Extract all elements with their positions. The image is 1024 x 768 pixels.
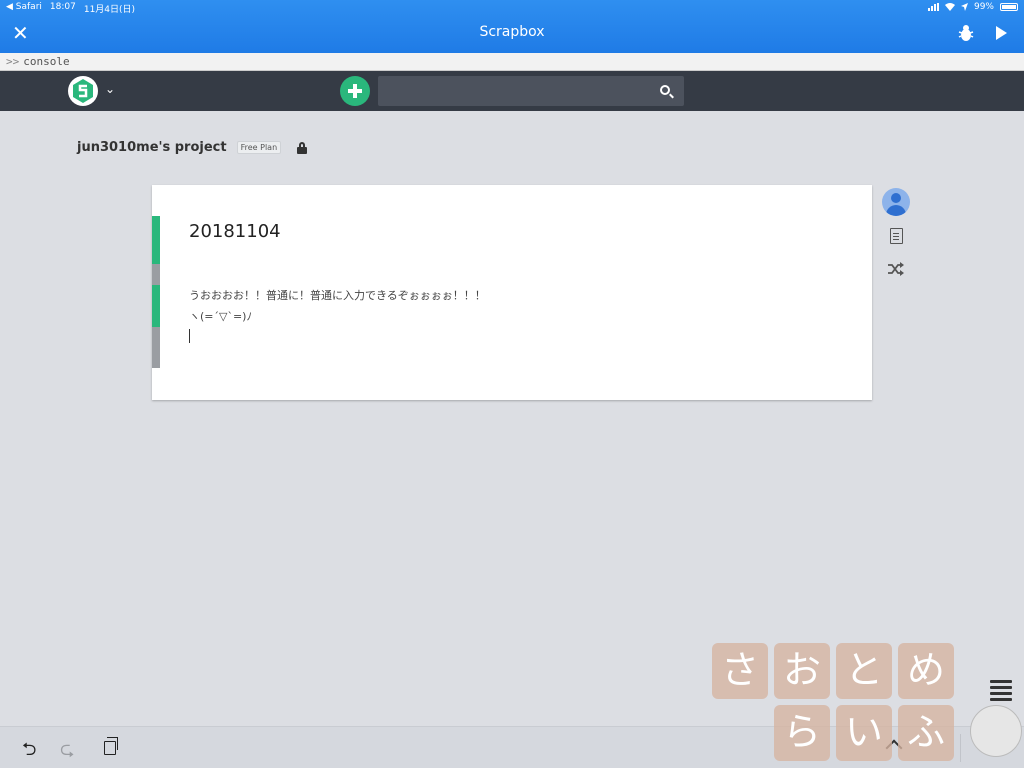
page-info-icon[interactable] [890,228,903,244]
line-marker [152,264,160,285]
line-marker [152,285,160,327]
search-icon[interactable] [660,85,670,95]
editor-line[interactable]: ヽ(=´▽`=)ﾉ [189,308,252,324]
nav-title: Scrapbox [479,24,545,40]
app-navbar: ⌄ [0,71,1024,111]
copy-icon[interactable] [104,737,118,755]
watermark-char: い [836,705,892,761]
battery-icon [1000,3,1018,11]
status-time: 18:07 [49,2,76,12]
play-icon[interactable] [996,26,1007,40]
bug-icon[interactable] [958,24,974,42]
page-editor[interactable]: 20181104 うおおおお！！普通に！普通に入力できるぞぉぉぉぉ！！！ ヽ(=… [152,185,872,400]
ios-navigation-bar: ◀ Safari 18:07 11月4日(日) 99% ✕ Scrapbox [0,0,1024,53]
project-name-link[interactable]: jun3010me's project [77,140,227,155]
back-to-app-link[interactable]: ◀ Safari [6,2,42,15]
user-avatar[interactable] [882,188,910,216]
plan-badge: Free Plan [236,141,282,154]
console-text: console [23,55,70,68]
watermark-face [970,705,1022,757]
watermark-char: ふ [898,705,954,761]
menu-icon[interactable] [990,680,1012,704]
line-marker [152,327,160,368]
scrapbox-logo-icon [73,79,93,103]
chevron-down-icon[interactable]: ⌄ [105,82,115,96]
watermark-char: お [774,643,830,699]
watermark-char: ら [774,705,830,761]
page-title[interactable]: 20181104 [189,221,281,242]
search-input[interactable] [378,76,684,106]
watermark-char: め [898,643,954,699]
lock-icon [297,141,308,154]
console-prompt: >> [6,55,20,68]
wifi-icon [944,3,955,11]
status-date: 11月4日(日) [83,5,136,15]
text-cursor [189,329,190,343]
shuffle-icon[interactable] [887,262,905,276]
watermark-logo: さ お と め ら い ふ [712,643,1024,768]
redo-icon[interactable]: ⮎ [60,737,74,767]
line-marker [152,216,160,264]
project-header: jun3010me's project Free Plan [77,140,308,155]
signal-icon [927,3,939,11]
scrapbox-logo-button[interactable] [68,76,98,106]
status-bar: ◀ Safari 18:07 11月4日(日) 99% [0,0,1024,15]
undo-icon[interactable]: ⮌ [22,737,36,767]
watermark-char: さ [712,643,768,699]
editor-line[interactable]: うおおおお！！普通に！普通に入力できるぞぉぉぉぉ！！！ [189,287,486,303]
console-bar[interactable]: >> console [0,53,1024,71]
location-icon [960,3,968,11]
new-page-button[interactable] [340,76,370,106]
watermark-char: と [836,643,892,699]
battery-percent: 99% [973,2,994,12]
